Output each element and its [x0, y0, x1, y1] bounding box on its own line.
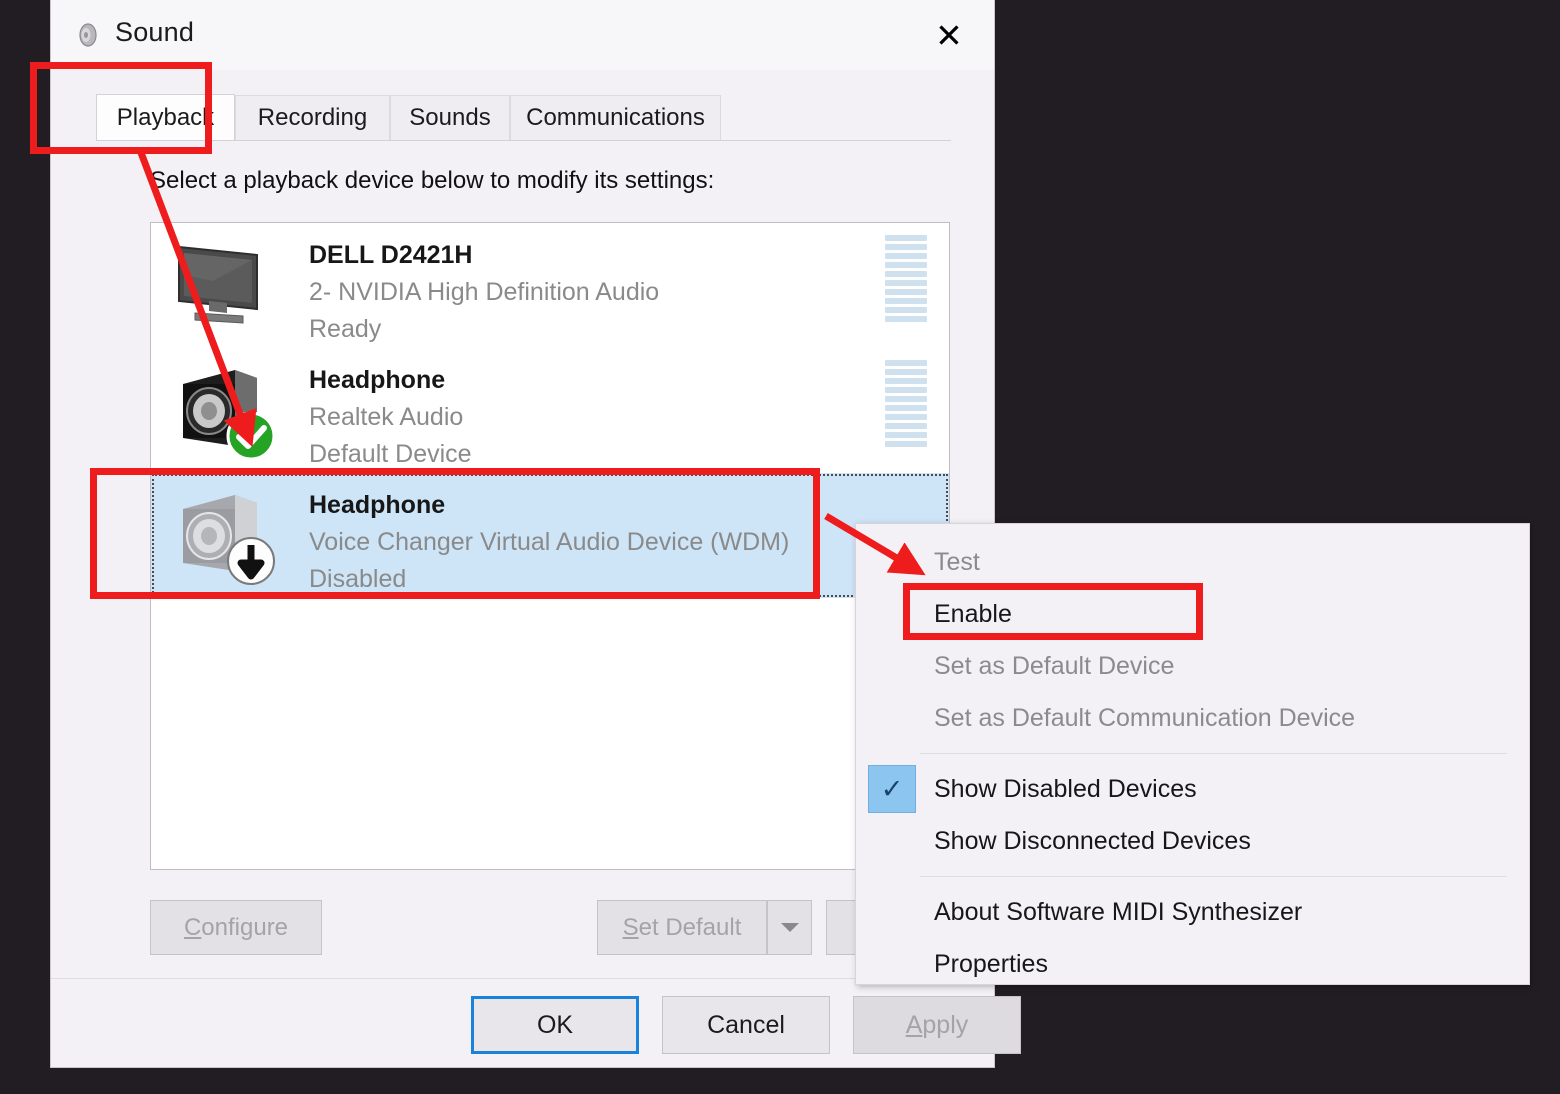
device-list-item[interactable]: DELL D2421H 2- NVIDIA High Definition Au…: [151, 223, 949, 348]
cancel-label: Cancel: [707, 1011, 785, 1040]
menu-item-label: Properties: [934, 950, 1048, 979]
menu-item-test[interactable]: Test: [856, 536, 1529, 588]
instruction-text: Select a playback device below to modify…: [150, 167, 714, 195]
tab-sounds-label: Sounds: [409, 104, 490, 132]
annotation-box-selected-device: [90, 468, 820, 599]
device-name: DELL D2421H: [309, 241, 473, 270]
menu-item-set-as-default-device[interactable]: Set as Default Device: [856, 640, 1529, 692]
configure-button[interactable]: Configure: [150, 900, 322, 955]
footer-button-row: OK Cancel Apply: [51, 996, 996, 1056]
menu-item-properties[interactable]: Properties: [856, 938, 1529, 990]
set-default-dropdown-button[interactable]: [767, 900, 812, 955]
menu-item-show-disabled-devices[interactable]: ✓ Show Disabled Devices: [856, 763, 1529, 815]
tab-communications-label: Communications: [526, 104, 705, 132]
set-default-label: Set Default: [623, 914, 742, 942]
menu-divider: [920, 876, 1507, 877]
tab-recording-label: Recording: [258, 104, 367, 132]
mid-button-row: Configure Set Default Prop: [150, 900, 950, 958]
apply-button[interactable]: Apply: [853, 996, 1021, 1054]
device-driver: Realtek Audio: [309, 403, 463, 432]
title-bar: Sound ✕: [51, 0, 994, 70]
window-title: Sound: [115, 17, 194, 48]
device-status: Ready: [309, 315, 381, 344]
device-name: Headphone: [309, 366, 445, 395]
tab-strip: Playback Recording Sounds Communications: [96, 95, 951, 141]
device-list-item[interactable]: Headphone Realtek Audio Default Device: [151, 348, 949, 473]
menu-item-label: Show Disconnected Devices: [934, 827, 1251, 856]
menu-item-show-disconnected-devices[interactable]: Show Disconnected Devices: [856, 815, 1529, 867]
menu-item-label: Set as Default Communication Device: [934, 704, 1355, 733]
menu-item-label: Test: [934, 548, 980, 577]
menu-item-set-as-default-communication-device[interactable]: Set as Default Communication Device: [856, 692, 1529, 744]
ok-button[interactable]: OK: [471, 996, 639, 1054]
chevron-down-icon: [781, 923, 799, 932]
annotation-box-playback-tab: [30, 62, 212, 154]
footer-divider: [51, 978, 994, 979]
green-check-badge: [225, 410, 277, 462]
monitor-icon: [173, 237, 269, 333]
ok-label: OK: [537, 1011, 573, 1040]
menu-divider: [920, 753, 1507, 754]
volume-meter: [885, 360, 927, 447]
annotation-box-enable: [903, 583, 1203, 640]
menu-item-about-software-midi-synthesizer[interactable]: About Software MIDI Synthesizer: [856, 886, 1529, 938]
menu-item-label: Show Disabled Devices: [934, 775, 1197, 804]
menu-item-label: Set as Default Device: [934, 652, 1174, 681]
tab-sounds[interactable]: Sounds: [390, 95, 510, 140]
tab-recording[interactable]: Recording: [235, 95, 390, 140]
set-default-button[interactable]: Set Default: [597, 900, 767, 955]
menu-item-label: About Software MIDI Synthesizer: [934, 898, 1302, 927]
tab-communications[interactable]: Communications: [510, 95, 721, 140]
checkmark-icon: ✓: [868, 765, 916, 813]
configure-label: Configure: [184, 914, 288, 942]
device-status: Default Device: [309, 440, 472, 469]
volume-meter: [885, 235, 927, 322]
speaker-icon: [73, 20, 103, 50]
apply-label: Apply: [906, 1011, 969, 1040]
device-driver: 2- NVIDIA High Definition Audio: [309, 278, 659, 307]
close-icon[interactable]: ✕: [912, 4, 986, 66]
cancel-button[interactable]: Cancel: [662, 996, 830, 1054]
